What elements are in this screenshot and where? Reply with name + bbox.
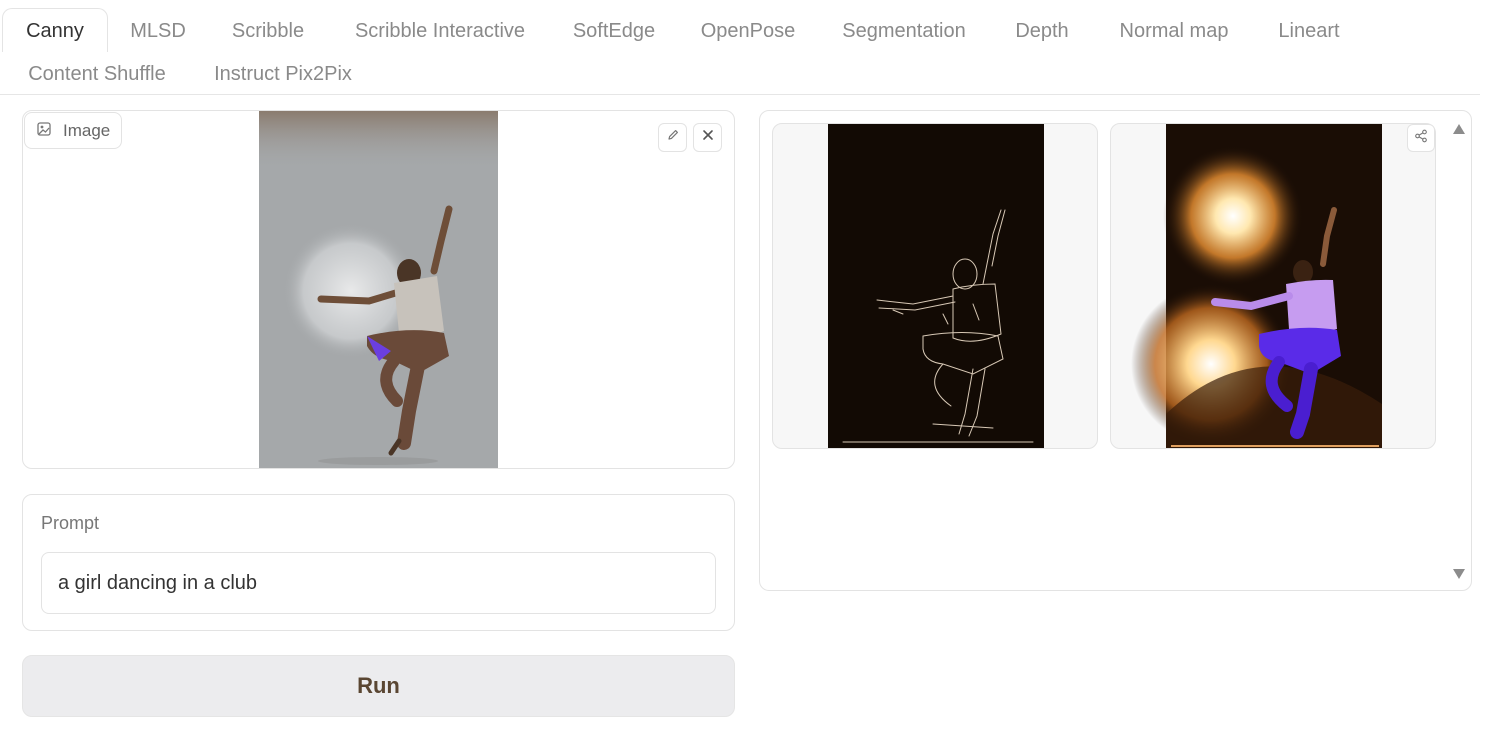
tab-divider	[0, 94, 1480, 95]
gallery-thumbnail-generated[interactable]	[1110, 123, 1436, 449]
tab-lineart[interactable]: Lineart	[1268, 9, 1350, 53]
prompt-input[interactable]	[41, 552, 716, 614]
tab-depth[interactable]: Depth	[1004, 9, 1080, 53]
triangle-down-icon	[1452, 567, 1466, 584]
close-icon	[701, 128, 715, 147]
tab-softedge[interactable]: SoftEdge	[566, 9, 662, 53]
scroll-up-button[interactable]	[1452, 122, 1466, 140]
image-label-badge: Image	[24, 112, 122, 149]
tab-instruct-pix2pix[interactable]: Instruct Pix2Pix	[205, 52, 361, 96]
tab-openpose[interactable]: OpenPose	[692, 9, 804, 53]
tab-bar: Canny MLSD Scribble Scribble Interactive…	[0, 0, 1508, 95]
clear-image-button[interactable]	[693, 123, 722, 152]
prompt-label: Prompt	[41, 513, 100, 533]
tab-mlsd[interactable]: MLSD	[122, 9, 194, 53]
tab-segmentation[interactable]: Segmentation	[832, 9, 976, 53]
share-icon	[1414, 129, 1428, 148]
gallery-thumbnail-edges[interactable]	[772, 123, 1098, 449]
tab-scribble-interactive[interactable]: Scribble Interactive	[346, 9, 534, 53]
pencil-icon	[666, 128, 680, 147]
image-label-text: Image	[63, 120, 111, 140]
triangle-up-icon	[1452, 122, 1466, 139]
tab-scribble[interactable]: Scribble	[220, 9, 316, 53]
input-photo	[259, 111, 498, 468]
share-button[interactable]	[1407, 124, 1435, 152]
tab-content-shuffle[interactable]: Content Shuffle	[18, 52, 176, 96]
edit-image-button[interactable]	[658, 123, 687, 152]
tab-canny[interactable]: Canny	[2, 8, 108, 52]
tab-normal-map[interactable]: Normal map	[1108, 9, 1240, 53]
image-icon	[37, 121, 51, 141]
scroll-down-button[interactable]	[1452, 567, 1466, 585]
run-button[interactable]: Run	[22, 655, 735, 717]
